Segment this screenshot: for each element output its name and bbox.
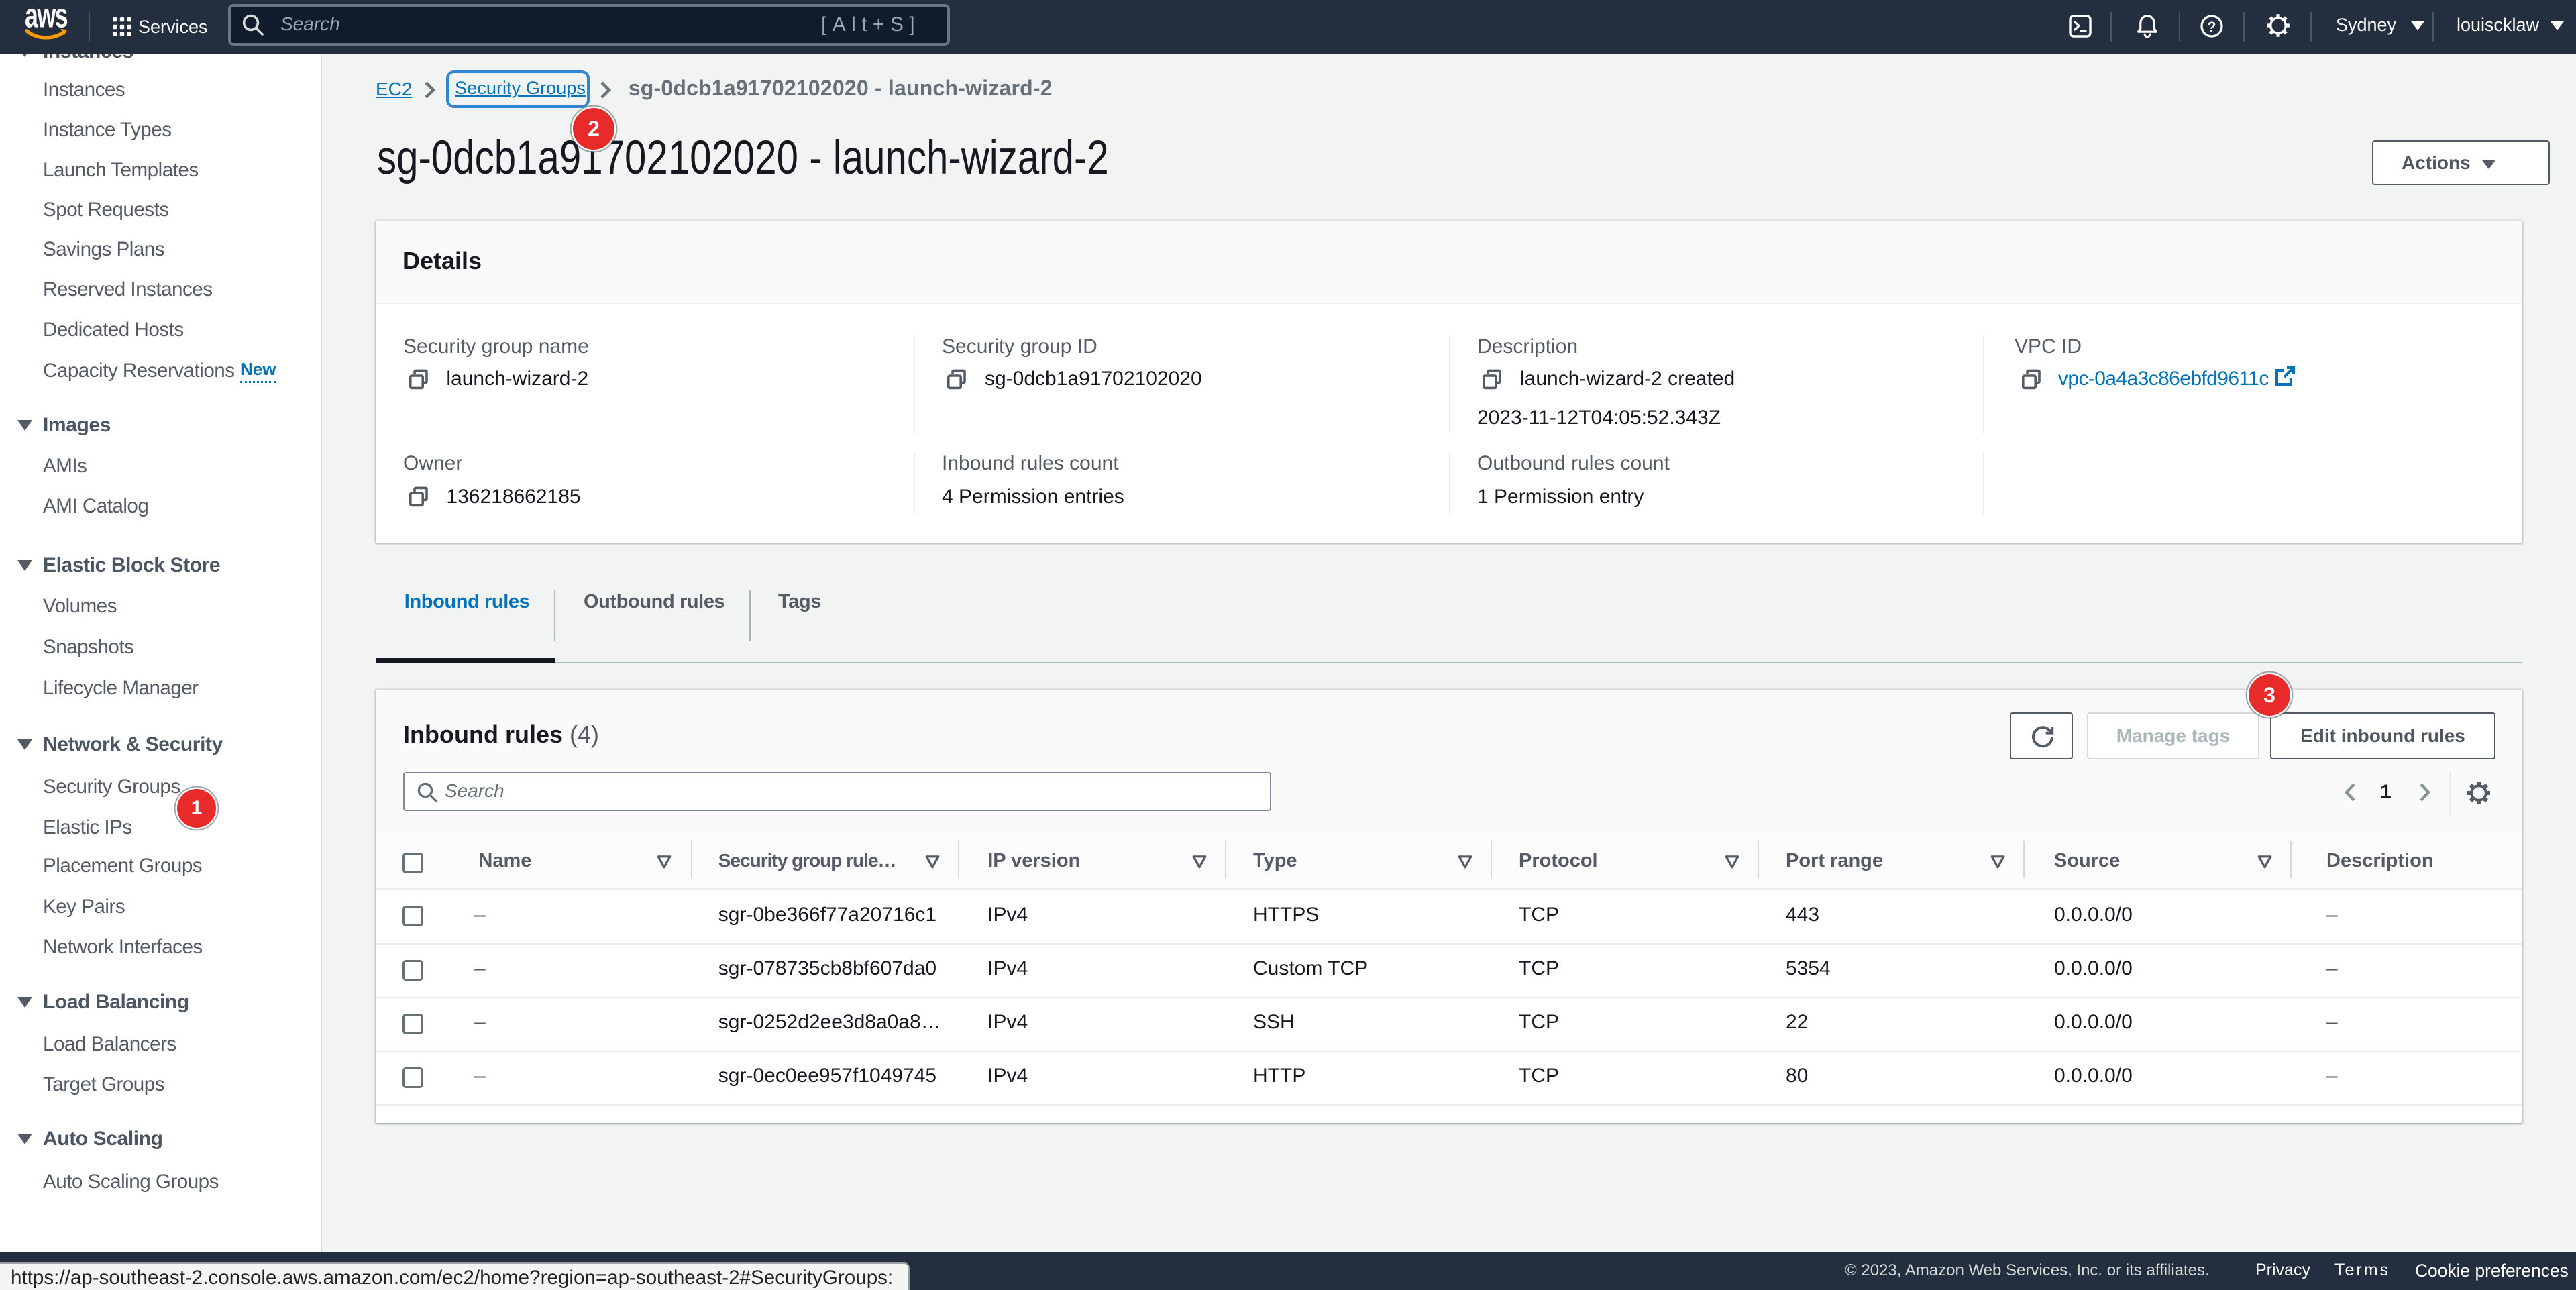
svg-text:aws: aws	[25, 9, 67, 35]
svg-text:?: ?	[2208, 19, 2216, 35]
